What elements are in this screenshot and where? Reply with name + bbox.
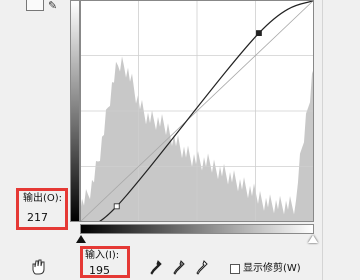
gray-point-eyedropper-icon[interactable] <box>173 260 185 276</box>
input-gradient-bar <box>80 224 314 234</box>
input-highlight: 输入(I): 195 <box>80 246 130 278</box>
curve-edit-icon[interactable] <box>26 0 44 11</box>
show-clipping-checkbox[interactable] <box>230 264 240 274</box>
right-panel-edge <box>322 0 360 280</box>
white-point-slider[interactable] <box>308 235 318 243</box>
input-value[interactable]: 195 <box>89 264 110 277</box>
curves-graph[interactable] <box>80 0 314 222</box>
input-label: 输入(I): <box>85 250 120 261</box>
curve-tools: ✎ <box>26 0 62 14</box>
white-point-eyedropper-icon[interactable] <box>196 260 208 276</box>
curve-control-point[interactable] <box>256 30 262 36</box>
output-highlight: 输出(O): 217 <box>16 188 68 230</box>
black-point-slider[interactable] <box>76 235 86 243</box>
targeted-adjustment-icon[interactable] <box>30 258 48 276</box>
curve-control-point[interactable] <box>113 203 120 210</box>
output-gradient-bar <box>70 0 80 222</box>
output-value[interactable]: 217 <box>27 211 48 224</box>
show-clipping-label[interactable]: 显示修剪(W) <box>243 263 301 275</box>
output-label: 输出(O): <box>23 193 63 204</box>
black-point-eyedropper-icon[interactable] <box>150 260 162 276</box>
pencil-icon[interactable]: ✎ <box>48 0 57 11</box>
